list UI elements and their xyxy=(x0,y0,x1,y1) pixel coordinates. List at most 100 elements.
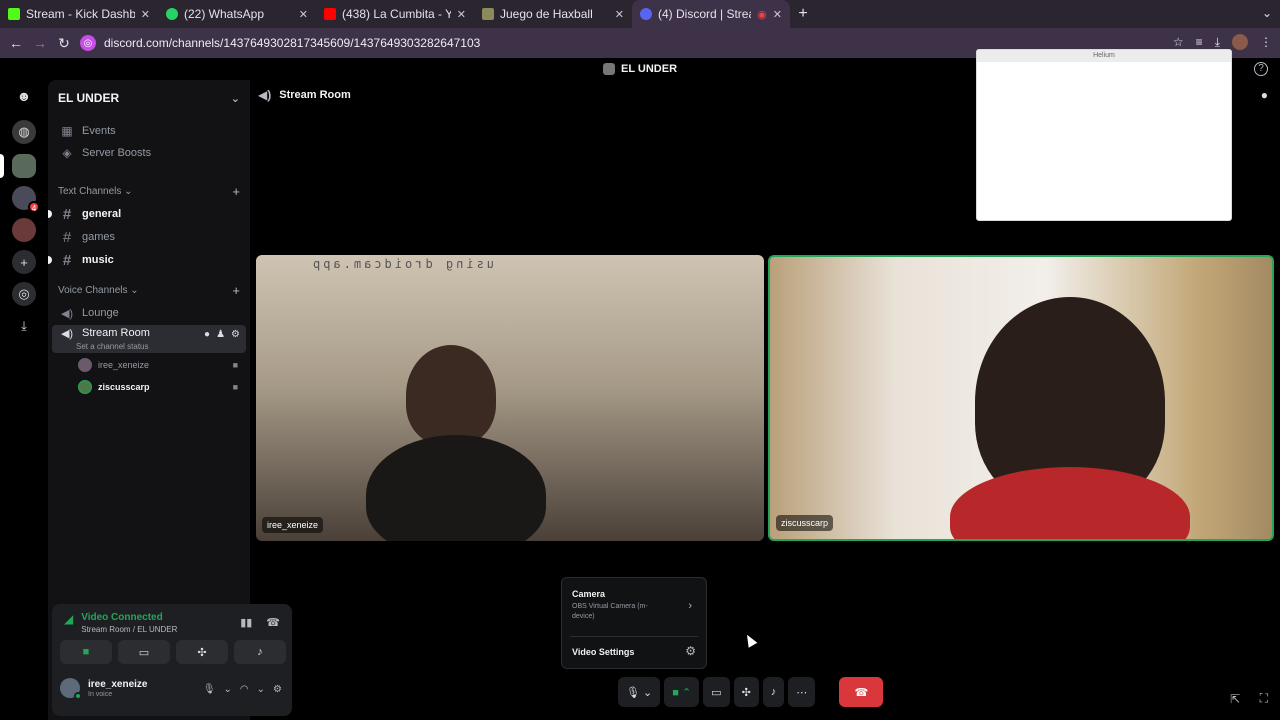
mouse-cursor xyxy=(742,632,758,648)
participant-body xyxy=(950,467,1190,539)
helium-floating-window[interactable]: Helium xyxy=(976,49,1232,221)
close-tab-icon[interactable]: ✕ xyxy=(615,8,624,21)
helium-title: Helium xyxy=(977,50,1231,62)
close-tab-icon[interactable]: ✕ xyxy=(299,8,308,21)
microphone-button[interactable]: 🎙 ⌄ xyxy=(618,677,661,707)
category-label: Voice Channels xyxy=(58,284,128,296)
close-tab-icon[interactable]: ✕ xyxy=(141,8,150,21)
text-channel-icon: # xyxy=(62,251,72,269)
tab-discord[interactable]: (4) Discord | Stream Roo ◉ ✕ xyxy=(632,0,790,28)
close-tab-icon[interactable]: ✕ xyxy=(773,8,782,21)
chat-bubble-icon[interactable]: ● xyxy=(204,329,210,340)
fullscreen-icon[interactable]: ⛶ xyxy=(1260,691,1268,706)
video-tile-nameplate: iree_xeneize xyxy=(262,517,324,533)
download-apps-icon[interactable]: ⤓ xyxy=(12,314,36,338)
channel-general[interactable]: # general xyxy=(48,203,246,225)
channel-label: Lounge xyxy=(82,307,119,319)
tab-search-icon[interactable]: ⌄ xyxy=(1262,6,1272,20)
chat-bubble-icon[interactable]: ● xyxy=(1261,88,1268,102)
microphone-icon[interactable]: 🎙 xyxy=(203,684,216,695)
more-options-button[interactable]: ⋯ xyxy=(788,677,816,707)
video-tile-ziscusscarp[interactable]: ziscusscarp xyxy=(768,255,1274,541)
whatsapp-icon xyxy=(166,8,178,20)
server-icon-4[interactable] xyxy=(12,218,36,242)
discover-icon[interactable]: ◎ xyxy=(12,282,36,306)
server-icon-1[interactable]: ◍ xyxy=(12,120,36,144)
new-tab-button[interactable]: + xyxy=(790,5,816,23)
create-channel-icon[interactable]: + xyxy=(232,184,240,199)
user-area[interactable]: iree_xeneize In voice xyxy=(60,678,148,700)
unread-indicator xyxy=(48,210,52,218)
add-server-icon[interactable]: + xyxy=(12,250,36,274)
video-tile-iree[interactable]: using droidcam.app iree_xeneize xyxy=(256,255,764,541)
camera-menu-label[interactable]: Camera xyxy=(572,589,605,599)
server-icon-el-under[interactable] xyxy=(12,154,36,178)
video-camera-icon: ■ xyxy=(232,360,238,370)
chevron-down-icon[interactable]: ⌄ xyxy=(257,684,265,695)
voice-channels-category[interactable]: Voice Channels ⌄ + xyxy=(48,279,250,301)
media-controls-icon[interactable]: ≡ xyxy=(1196,35,1203,49)
browser-menu-icon[interactable]: ⋮ xyxy=(1260,35,1272,49)
profile-avatar[interactable] xyxy=(1232,34,1248,50)
channel-games[interactable]: # games xyxy=(52,226,246,248)
url-text: discord.com/channels/1437649302817345609… xyxy=(104,36,481,50)
voice-user-iree[interactable]: iree_xeneize ■ xyxy=(48,354,250,376)
close-tab-icon[interactable]: ✕ xyxy=(457,8,466,21)
server-top-label: EL UNDER xyxy=(620,63,678,75)
create-channel-icon[interactable]: + xyxy=(232,283,240,298)
video-tile-nameplate: ziscusscarp xyxy=(776,515,834,531)
camera-button[interactable]: ■ xyxy=(60,640,112,664)
avatar xyxy=(78,358,92,372)
disconnect-icon[interactable]: ☎ xyxy=(266,616,280,629)
tab-kick[interactable]: Stream - Kick Dashboard ✕ xyxy=(0,0,158,28)
events-item[interactable]: ▦ Events xyxy=(52,120,246,142)
boosts-label: Server Boosts xyxy=(82,147,152,159)
gear-icon[interactable]: ⚙ xyxy=(273,684,282,695)
connection-location: Stream Room / EL UNDER xyxy=(81,625,178,634)
channel-status-text[interactable]: Set a channel status xyxy=(76,342,149,351)
recording-icon: ◉ xyxy=(757,8,767,21)
soundboard-button[interactable]: ♪ xyxy=(762,677,785,707)
headphones-icon[interactable]: ◠ xyxy=(240,684,249,695)
tab-haxball[interactable]: Juego de Haxball ✕ xyxy=(474,0,632,28)
server-boosts-item[interactable]: ◈ Server Boosts xyxy=(52,142,246,164)
connection-info[interactable]: ◢ Video Connected Stream Room / EL UNDER xyxy=(64,612,177,634)
activities-button[interactable]: ✣ xyxy=(733,677,759,707)
discord-home-icon[interactable]: ☻ xyxy=(12,84,36,108)
pop-out-icon[interactable]: ⇱ xyxy=(1230,692,1240,706)
channel-stream-room[interactable]: ◀) Stream Room Set a channel status ● ♟ … xyxy=(52,325,246,353)
video-settings-item[interactable]: Video Settings xyxy=(572,647,634,657)
share-screen-button[interactable]: ▭ xyxy=(118,640,170,664)
avatar xyxy=(78,380,92,394)
soundboard-button[interactable]: ♪ xyxy=(234,640,286,664)
guild-header[interactable]: EL UNDER ⌄ xyxy=(48,80,250,116)
help-icon[interactable]: ? xyxy=(1254,62,1268,76)
chevron-right-icon[interactable]: › xyxy=(688,600,692,612)
gear-icon[interactable]: ⚙ xyxy=(685,644,696,658)
invite-icon[interactable]: ♟ xyxy=(216,329,225,340)
channel-music[interactable]: # music xyxy=(48,249,246,271)
noise-suppression-icon[interactable]: ▮▮ xyxy=(240,616,252,629)
gear-icon[interactable]: ⚙ xyxy=(231,329,240,340)
disconnect-call-button[interactable]: ☎ xyxy=(839,677,884,707)
text-channel-icon: # xyxy=(62,205,72,223)
server-icon-3[interactable]: 4 xyxy=(12,186,40,213)
share-screen-button[interactable]: ▭ xyxy=(703,677,730,707)
activities-button[interactable]: ✣ xyxy=(176,640,228,664)
channel-lounge[interactable]: ◀) Lounge xyxy=(52,302,246,324)
text-channels-category[interactable]: Text Channels ⌄ + xyxy=(48,180,250,202)
server-icon xyxy=(602,63,615,75)
site-info-icon[interactable]: ◎ xyxy=(80,35,96,51)
bookmark-star-icon[interactable]: ☆ xyxy=(1173,35,1184,49)
back-button[interactable]: ← xyxy=(4,35,28,51)
voice-user-ziscusscarp[interactable]: ziscusscarp ■ xyxy=(48,376,250,398)
reload-button[interactable]: ↻ xyxy=(52,35,76,52)
tab-youtube[interactable]: (438) La Cumbita - YouTube ✕ xyxy=(316,0,474,28)
camera-device-name[interactable]: OBS Virtual Camera (m-device) xyxy=(572,602,664,622)
camera-toggle-button[interactable]: ■ ⌃ xyxy=(664,677,700,707)
forward-button[interactable]: → xyxy=(28,35,52,51)
downloads-icon[interactable]: ⤓ xyxy=(1215,35,1220,50)
avatar xyxy=(60,678,82,700)
tab-whatsapp[interactable]: (22) WhatsApp ✕ xyxy=(158,0,316,28)
chevron-down-icon[interactable]: ⌄ xyxy=(224,684,232,695)
